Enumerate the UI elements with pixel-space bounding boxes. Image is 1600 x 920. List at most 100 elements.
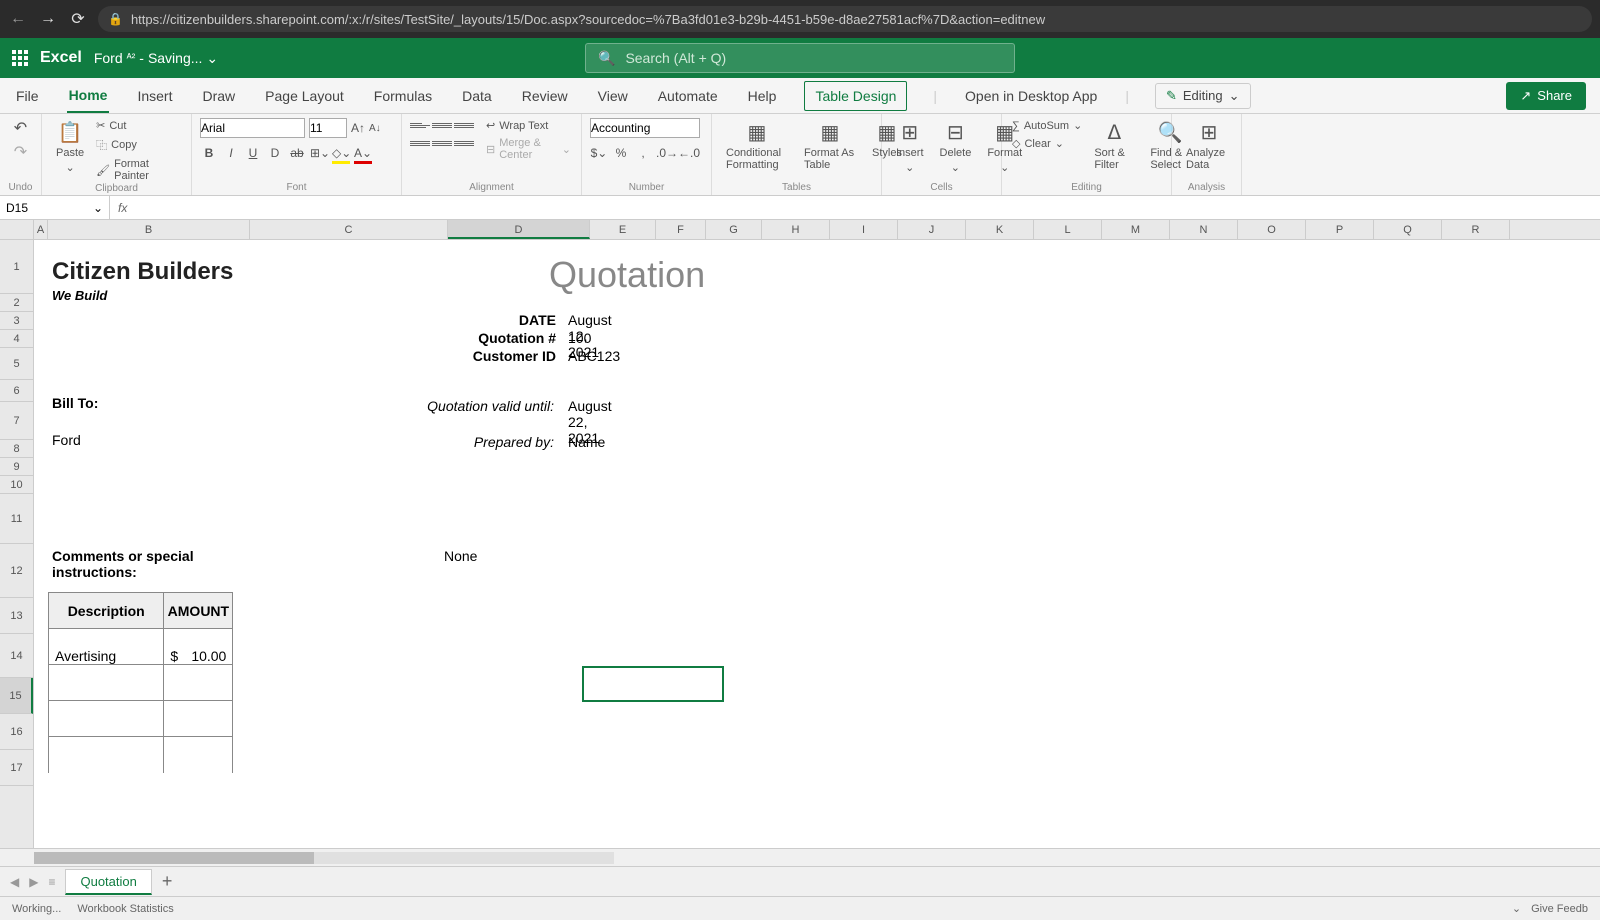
column-header[interactable]: B	[48, 220, 250, 239]
number-format-select[interactable]	[590, 118, 700, 138]
column-header[interactable]: E	[590, 220, 656, 239]
sheet-prev-icon[interactable]: ◀	[10, 875, 19, 889]
select-all-corner[interactable]	[0, 220, 34, 239]
tab-help[interactable]: Help	[746, 80, 779, 112]
row-header[interactable]: 7	[0, 402, 33, 440]
table-row[interactable]	[49, 665, 233, 701]
delete-cells-button[interactable]: ⊟Delete⌄	[934, 118, 978, 176]
column-header[interactable]: R	[1442, 220, 1510, 239]
column-header[interactable]: I	[830, 220, 898, 239]
all-sheets-icon[interactable]: ≡	[48, 875, 55, 889]
font-color-button[interactable]: A⌄	[354, 146, 372, 164]
row-header[interactable]: 4	[0, 330, 33, 348]
column-header[interactable]: L	[1034, 220, 1102, 239]
app-launcher-icon[interactable]	[12, 50, 28, 66]
insert-cells-button[interactable]: ⊞Insert⌄	[890, 118, 930, 176]
column-header[interactable]: G	[706, 220, 762, 239]
column-header[interactable]: M	[1102, 220, 1170, 239]
add-sheet-button[interactable]: +	[162, 871, 173, 892]
autosum-button[interactable]: ∑AutoSum⌄	[1010, 118, 1084, 133]
scrollbar-thumb[interactable]	[34, 852, 314, 864]
tab-review[interactable]: Review	[520, 80, 570, 112]
currency-button[interactable]: $⌄	[590, 146, 608, 164]
vertical-align-buttons[interactable]	[410, 118, 474, 132]
workbook-stats-button[interactable]: Workbook Statistics	[77, 903, 173, 915]
clear-button[interactable]: ◇Clear⌄	[1010, 136, 1084, 151]
sheet-next-icon[interactable]: ▶	[29, 875, 38, 889]
row-header[interactable]: 15	[0, 678, 33, 714]
description-cell[interactable]: Avertising	[49, 629, 164, 665]
back-icon[interactable]: ←	[8, 10, 28, 28]
sort-filter-button[interactable]: ᐃSort & Filter	[1088, 118, 1140, 173]
table-row[interactable]	[49, 737, 233, 773]
horizontal-align-buttons[interactable]	[410, 136, 474, 150]
column-header[interactable]: F	[656, 220, 706, 239]
fill-color-button[interactable]: ◇⌄	[332, 146, 350, 164]
bold-button[interactable]: B	[200, 146, 218, 164]
row-header[interactable]: 12	[0, 544, 33, 598]
copy-button[interactable]: ⿻Copy	[94, 136, 183, 154]
row-header[interactable]: 5	[0, 348, 33, 380]
chevron-down-icon[interactable]: ⌄	[206, 50, 218, 67]
italic-button[interactable]: I	[222, 146, 240, 164]
row-header[interactable]: 17	[0, 750, 33, 786]
font-size-select[interactable]	[309, 118, 347, 138]
font-name-select[interactable]	[200, 118, 305, 138]
column-header[interactable]: K	[966, 220, 1034, 239]
open-desktop-button[interactable]: Open in Desktop App	[963, 80, 1099, 112]
row-header[interactable]: 16	[0, 714, 33, 750]
column-header[interactable]: D	[448, 220, 590, 239]
table-row[interactable]: Avertising $10.00	[49, 629, 233, 665]
column-header[interactable]: Q	[1374, 220, 1442, 239]
decrease-decimal-button[interactable]: ←.0	[678, 146, 696, 164]
chevron-down-icon[interactable]: ⌄	[93, 201, 103, 215]
row-header[interactable]: 10	[0, 476, 33, 494]
reload-icon[interactable]: ⟳	[68, 9, 88, 29]
percent-button[interactable]: %	[612, 146, 630, 164]
tab-data[interactable]: Data	[460, 80, 494, 112]
tab-table-design[interactable]: Table Design	[804, 81, 907, 111]
search-input[interactable]: 🔍 Search (Alt + Q)	[585, 43, 1015, 73]
format-painter-button[interactable]: 🖌Format Painter	[94, 157, 183, 183]
name-box[interactable]: D15⌄	[0, 196, 110, 219]
row-header[interactable]: 1	[0, 240, 33, 294]
table-row[interactable]	[49, 701, 233, 737]
column-header[interactable]: N	[1170, 220, 1238, 239]
tab-page-layout[interactable]: Page Layout	[263, 80, 346, 112]
analyze-data-button[interactable]: ⊞Analyze Data	[1180, 118, 1238, 173]
row-header[interactable]: 13	[0, 598, 33, 634]
column-header[interactable]: A	[34, 220, 48, 239]
tab-file[interactable]: File	[14, 80, 41, 112]
editing-mode-button[interactable]: ✎ Editing ⌄	[1155, 83, 1251, 109]
redo-icon[interactable]: ↷	[14, 142, 27, 162]
sheet-tab-quotation[interactable]: Quotation	[65, 869, 151, 895]
row-header[interactable]: 8	[0, 440, 33, 458]
undo-icon[interactable]: ↶	[14, 118, 27, 138]
paste-button[interactable]: 📋 Paste⌄	[50, 118, 90, 176]
cut-button[interactable]: ✂Cut	[94, 118, 183, 133]
column-header[interactable]: H	[762, 220, 830, 239]
column-header[interactable]: P	[1306, 220, 1374, 239]
column-header[interactable]: C	[250, 220, 448, 239]
borders-button[interactable]: ⊞⌄	[310, 146, 328, 164]
row-header[interactable]: 2	[0, 294, 33, 312]
wrap-text-button[interactable]: ↩Wrap Text	[484, 118, 573, 133]
increase-font-icon[interactable]: A↑	[351, 121, 365, 135]
tab-home[interactable]: Home	[67, 79, 110, 113]
column-header[interactable]: J	[898, 220, 966, 239]
amount-cell[interactable]: $10.00	[164, 629, 233, 665]
forward-icon[interactable]: →	[38, 10, 58, 28]
row-header[interactable]: 14	[0, 634, 33, 678]
share-button[interactable]: ↗ Share	[1506, 82, 1586, 110]
column-header[interactable]: O	[1238, 220, 1306, 239]
increase-decimal-button[interactable]: .0→	[656, 146, 674, 164]
comma-button[interactable]: ,	[634, 146, 652, 164]
decrease-font-icon[interactable]: A↓	[369, 123, 381, 134]
merge-center-button[interactable]: ⊟Merge & Center⌄	[484, 136, 573, 162]
conditional-formatting-button[interactable]: ▦Conditional Formatting	[720, 118, 794, 173]
format-as-table-button[interactable]: ▦Format As Table	[798, 118, 862, 173]
tab-view[interactable]: View	[596, 80, 630, 112]
document-name[interactable]: Ford ᴬ² - Saving... ⌄	[94, 50, 218, 67]
tab-formulas[interactable]: Formulas	[372, 80, 434, 112]
tab-draw[interactable]: Draw	[200, 80, 237, 112]
